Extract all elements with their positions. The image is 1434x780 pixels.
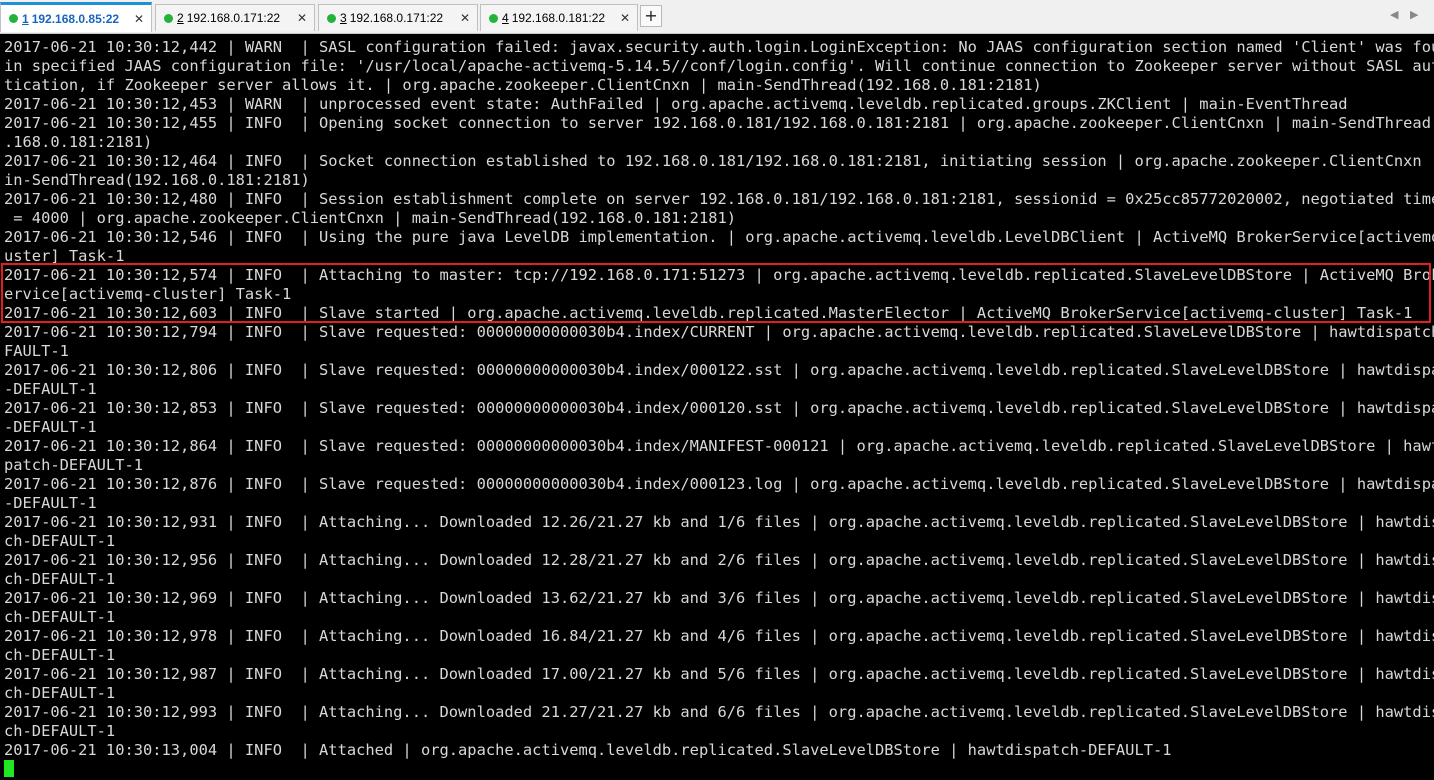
close-icon[interactable]: ✕ — [620, 11, 630, 25]
log-line: ch-DEFAULT-1 — [4, 532, 116, 550]
close-icon[interactable]: ✕ — [297, 11, 307, 25]
log-line: 2017-06-21 10:30:12,864 | INFO | Slave r… — [4, 437, 1434, 455]
log-line: 2017-06-21 10:30:12,969 | INFO | Attachi… — [4, 589, 1434, 607]
log-line: ch-DEFAULT-1 — [4, 570, 116, 588]
connected-status-icon — [9, 14, 18, 23]
connected-status-icon — [164, 13, 173, 23]
tab-session-2[interactable]: 2 192.168.0.171:22 ✕ — [155, 4, 315, 31]
scroll-tabs-left-icon[interactable]: ◀ — [1390, 8, 1398, 21]
tab-session-4[interactable]: 4 192.168.0.181:22 ✕ — [480, 4, 638, 31]
log-line: ch-DEFAULT-1 — [4, 646, 116, 664]
terminal-output[interactable]: 2017-06-21 10:30:12,442 | WARN | SASL co… — [0, 38, 1434, 780]
close-icon[interactable]: ✕ — [134, 12, 144, 26]
log-line: 2017-06-21 10:30:12,794 | INFO | Slave r… — [4, 323, 1434, 341]
tab-number: 3 — [340, 11, 347, 25]
tab-session-1[interactable]: 1 192.168.0.85:22 ✕ — [0, 2, 152, 32]
log-line: 2017-06-21 10:30:12,956 | INFO | Attachi… — [4, 551, 1434, 569]
tab-number: 4 — [502, 11, 509, 25]
log-line: = 4000 | org.apache.zookeeper.ClientCnxn… — [4, 209, 737, 227]
log-line: ch-DEFAULT-1 — [4, 608, 116, 626]
tab-label: 192.168.0.171:22 — [186, 11, 281, 25]
tab-bar: 1 192.168.0.85:22 ✕ 2 192.168.0.171:22 ✕… — [0, 0, 1434, 34]
log-line: 2017-06-21 10:30:12,806 | INFO | Slave r… — [4, 361, 1434, 379]
log-line: FAULT-1 — [4, 342, 69, 360]
tab-number: 2 — [177, 11, 184, 25]
log-line: tication, if Zookeeper server allows it.… — [4, 76, 1042, 94]
tab-session-3[interactable]: 3 192.168.0.171:22 ✕ — [318, 4, 478, 31]
log-line: 2017-06-21 10:30:12,464 | INFO | Socket … — [4, 152, 1434, 170]
log-line: 2017-06-21 10:30:12,442 | WARN | SASL co… — [4, 38, 1434, 56]
connected-status-icon — [327, 13, 336, 23]
log-line: in-SendThread(192.168.0.181:2181) — [4, 171, 310, 189]
tab-label: 192.168.0.171:22 — [349, 11, 444, 25]
new-tab-button[interactable]: + — [640, 5, 662, 27]
tab-label: 192.168.0.85:22 — [31, 11, 120, 26]
log-line: 2017-06-21 10:30:12,455 | INFO | Opening… — [4, 114, 1434, 132]
log-line: patch-DEFAULT-1 — [4, 456, 143, 474]
log-line: 2017-06-21 10:30:12,876 | INFO | Slave r… — [4, 475, 1434, 493]
log-line: in specified JAAS configuration file: '/… — [4, 57, 1434, 75]
close-icon[interactable]: ✕ — [460, 11, 470, 25]
log-line: 2017-06-21 10:30:12,931 | INFO | Attachi… — [4, 513, 1434, 531]
log-line: .168.0.181:2181) — [4, 133, 153, 151]
log-line: 2017-06-21 10:30:12,574 | INFO | Attachi… — [4, 266, 1434, 284]
scroll-tabs-right-icon[interactable]: ▶ — [1410, 8, 1418, 21]
terminal-cursor — [4, 760, 14, 777]
log-line: 2017-06-21 10:30:12,853 | INFO | Slave r… — [4, 399, 1434, 417]
log-line: uster] Task-1 — [4, 247, 125, 265]
log-line: 2017-06-21 10:30:12,546 | INFO | Using t… — [4, 228, 1434, 246]
log-line: -DEFAULT-1 — [4, 380, 97, 398]
log-line: -DEFAULT-1 — [4, 418, 97, 436]
log-line: 2017-06-21 10:30:12,987 | INFO | Attachi… — [4, 665, 1434, 683]
log-line: ervice[activemq-cluster] Task-1 — [4, 285, 292, 303]
log-line: 2017-06-21 10:30:12,978 | INFO | Attachi… — [4, 627, 1434, 645]
log-line: ch-DEFAULT-1 — [4, 684, 116, 702]
log-line: -DEFAULT-1 — [4, 494, 97, 512]
log-line: 2017-06-21 10:30:12,603 | INFO | Slave s… — [4, 304, 1413, 322]
log-line: ch-DEFAULT-1 — [4, 722, 116, 740]
tab-label: 192.168.0.181:22 — [511, 11, 606, 25]
log-line: 2017-06-21 10:30:12,480 | INFO | Session… — [4, 190, 1434, 208]
log-line: 2017-06-21 10:30:13,004 | INFO | Attache… — [4, 741, 1172, 759]
log-line: 2017-06-21 10:30:12,453 | WARN | unproce… — [4, 95, 1348, 113]
connected-status-icon — [489, 13, 498, 23]
tab-number: 1 — [22, 11, 29, 26]
log-line: 2017-06-21 10:30:12,993 | INFO | Attachi… — [4, 703, 1434, 721]
